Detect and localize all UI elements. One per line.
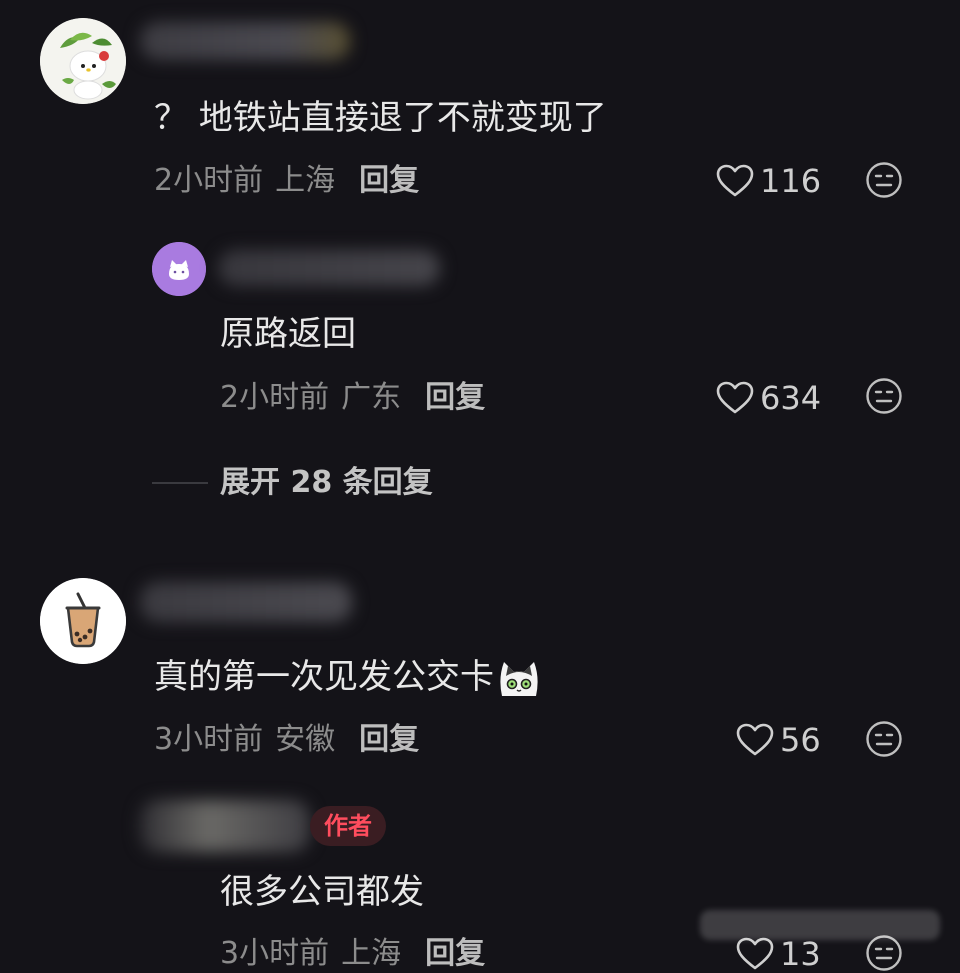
bubble-tea-icon <box>40 578 126 664</box>
user-avatar[interactable] <box>40 18 126 104</box>
reply-text: 很多公司都发 <box>220 872 424 912</box>
reply-meta: 2小时前 广东 回复 <box>220 380 485 416</box>
username-blurred[interactable] <box>140 22 350 60</box>
expand-replies-label: 展开 28 条回复 <box>220 465 433 500</box>
reply-text: 原路返回 <box>220 314 356 354</box>
watermark-blurred <box>700 910 940 940</box>
heart-icon <box>716 164 754 197</box>
reply-button[interactable]: 回复 <box>359 163 419 199</box>
divider <box>152 482 208 484</box>
reply-button[interactable]: 回复 <box>425 936 485 972</box>
comment-meta: 2小时前 上海 回复 <box>154 163 419 199</box>
dislike-face-icon[interactable] <box>865 377 903 415</box>
like-count: 56 <box>780 721 821 759</box>
reply-time: 3小时前 <box>220 936 330 971</box>
comment-location: 安徽 <box>275 722 336 757</box>
cat-face-emoji-icon <box>500 662 538 696</box>
author-badge: 作者 <box>310 806 386 846</box>
comment-text: 真的第一次见发公交卡 <box>154 656 542 698</box>
hello-kitty-icon <box>40 18 126 104</box>
reply-meta: 3小时前 上海 回复 <box>220 936 485 972</box>
avatar-and-username-blurred[interactable] <box>140 800 310 852</box>
like-count: 116 <box>760 162 822 200</box>
like-button[interactable]: 56 <box>736 722 821 758</box>
cat-icon <box>152 242 206 296</box>
comment-text: ？ 地铁站直接退了不就变现了 <box>154 98 607 138</box>
comment-location: 上海 <box>275 163 336 198</box>
like-button[interactable]: 116 <box>716 163 821 199</box>
heart-icon <box>716 381 754 414</box>
dislike-face-icon[interactable] <box>865 161 903 199</box>
comment-time: 2小时前 <box>154 163 264 198</box>
expand-replies-button[interactable]: 展开 28 条回复 <box>152 465 433 501</box>
username-blurred[interactable] <box>218 250 440 286</box>
heart-icon <box>736 937 774 970</box>
reply-button[interactable]: 回复 <box>359 722 419 758</box>
reply-location: 广东 <box>341 380 402 415</box>
reply-button[interactable]: 回复 <box>425 380 485 416</box>
user-avatar[interactable] <box>152 242 206 296</box>
username-blurred[interactable] <box>140 582 352 622</box>
like-count: 13 <box>780 935 821 973</box>
like-button[interactable]: 13 <box>736 936 821 972</box>
like-count: 634 <box>760 379 822 417</box>
comment-meta: 3小时前 安徽 回复 <box>154 722 419 758</box>
like-button[interactable]: 634 <box>716 380 821 416</box>
comment-time: 3小时前 <box>154 722 264 757</box>
reply-time: 2小时前 <box>220 380 330 415</box>
user-avatar[interactable] <box>40 578 126 664</box>
reply-location: 上海 <box>341 936 402 971</box>
heart-icon <box>736 723 774 756</box>
comment-text-content: 真的第一次见发公交卡 <box>154 657 494 697</box>
dislike-face-icon[interactable] <box>865 720 903 758</box>
